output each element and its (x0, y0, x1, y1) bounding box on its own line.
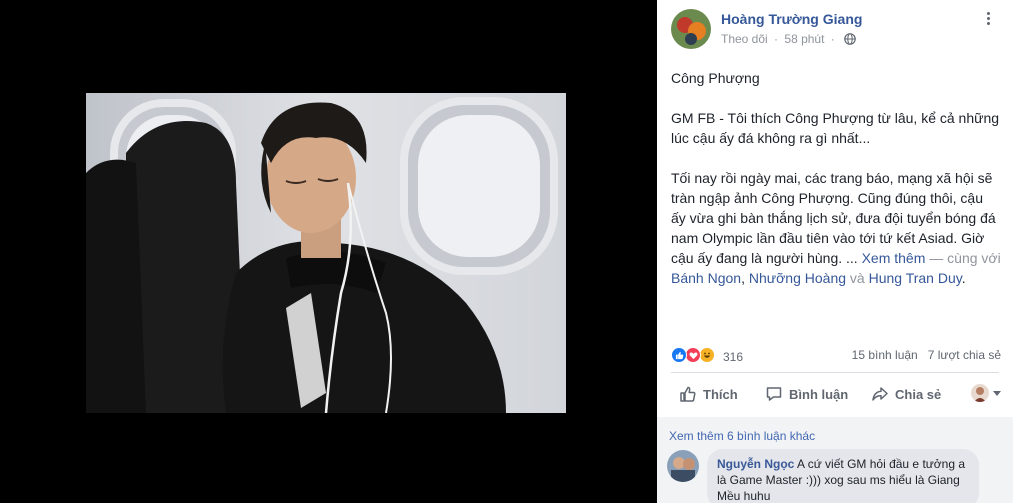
post-photo[interactable] (86, 93, 566, 413)
author-avatar[interactable] (671, 9, 711, 49)
comment-button-label: Bình luận (789, 386, 849, 402)
haha-icon (699, 347, 715, 363)
tagged-friend-1[interactable]: Bánh Ngon (671, 270, 741, 286)
share-button-label: Chia sẻ (895, 386, 942, 402)
tag-comma: , (741, 270, 745, 286)
photo-of-sleeping-man (86, 93, 566, 413)
more-options-icon[interactable] (979, 9, 999, 29)
see-more-link[interactable]: Xem thêm (862, 250, 926, 266)
tagged-friend-3[interactable]: Hung Tran Duy (869, 270, 962, 286)
comment-count-link[interactable]: 15 bình luận (852, 348, 918, 362)
post-paragraph-2: GM FB - Tôi thích Công Phượng từ lâu, kể… (671, 110, 1000, 146)
comment-bubble: Nguyễn Ngọc A cứ viết GM hỏi đầu e tưởng… (707, 449, 979, 503)
meta-separator: · (774, 32, 779, 46)
post-body: Công Phượng GM FB - Tôi thích Công Phượn… (671, 68, 1001, 308)
tag-period: . (961, 270, 966, 286)
tag-and: và (849, 270, 865, 286)
thumbs-up-icon (680, 386, 696, 402)
follow-link[interactable]: Theo dõi (721, 32, 768, 46)
comment-share-counts: 15 bình luận 7 lượt chia sẻ (852, 348, 1001, 362)
divider-top (671, 372, 999, 373)
globe-icon[interactable] (844, 33, 856, 45)
share-count-link[interactable]: 7 lượt chia sẻ (928, 348, 1001, 362)
post-paragraph-1: Công Phượng (671, 70, 760, 86)
post-time[interactable]: 58 phút (784, 32, 824, 46)
post-paragraph-3: Tối nay rồi ngày mai, các trang báo, mạn… (671, 168, 1001, 288)
comment-button[interactable]: Bình luận (765, 378, 848, 410)
commenter-avatar[interactable] (667, 450, 699, 482)
post-meta: Theo dõi · 58 phút · (721, 32, 856, 46)
photo-viewer (0, 0, 657, 503)
meta-separator-2: · (830, 32, 835, 46)
love-icon (685, 347, 701, 363)
post-actions: Thích Bình luận Chia sẻ (671, 378, 1001, 410)
with-text: — cùng với (929, 250, 1001, 266)
post-side-panel: Hoàng Trường Giang Theo dõi · 58 phút · … (657, 0, 1013, 503)
comments-section: Xem thêm 6 bình luận khác Nguyễn Ngọc A … (657, 417, 1013, 503)
current-user-avatar (971, 384, 989, 402)
post-stats: 316 15 bình luận 7 lượt chia sẻ (671, 345, 1001, 365)
like-button-label: Thích (703, 386, 738, 402)
author-name-link[interactable]: Hoàng Trường Giang (721, 11, 862, 27)
like-icon (671, 347, 687, 363)
commenter-name-link[interactable]: Nguyễn Ngọc (717, 457, 794, 471)
chevron-down-icon (993, 390, 1001, 396)
like-button[interactable]: Thích (679, 378, 738, 410)
share-icon (872, 387, 888, 401)
comment-icon (766, 387, 782, 401)
share-button[interactable]: Chia sẻ (871, 378, 941, 410)
reaction-count: 316 (723, 350, 744, 364)
post-header: Hoàng Trường Giang Theo dõi · 58 phút · (657, 0, 1013, 56)
tagged-friend-2[interactable]: Nhưỡng Hoàng (749, 270, 846, 286)
post-as-selector[interactable] (971, 384, 1001, 402)
view-more-comments-link[interactable]: Xem thêm 6 bình luận khác (669, 429, 815, 443)
